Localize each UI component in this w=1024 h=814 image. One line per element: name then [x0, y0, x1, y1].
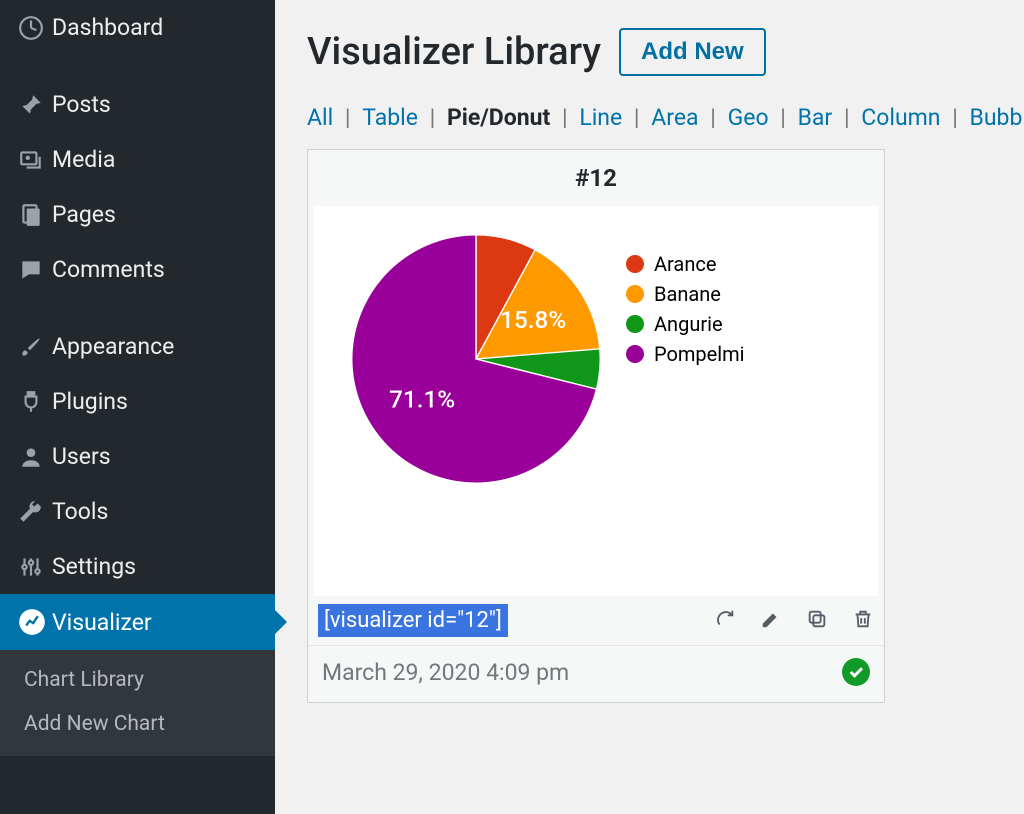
sliders-icon	[18, 554, 52, 580]
reload-icon[interactable]	[714, 608, 736, 634]
sidebar-item-label: Visualizer	[52, 609, 152, 636]
sidebar-item-label: Users	[52, 443, 111, 470]
chart-preview: 15.8% 71.1% Arance Banane Angurie Pompelmi	[314, 206, 878, 596]
legend-dot-icon	[626, 315, 644, 333]
sidebar-item-settings[interactable]: Settings	[0, 539, 275, 594]
sidebar-item-media[interactable]: Media	[0, 132, 275, 187]
filter-column[interactable]: Column	[861, 104, 940, 131]
edit-icon[interactable]	[760, 608, 782, 634]
filter-geo[interactable]: Geo	[728, 104, 769, 131]
sidebar-item-label: Media	[52, 146, 115, 173]
submenu-chart-library[interactable]: Chart Library	[0, 658, 275, 702]
filter-table[interactable]: Table	[362, 104, 418, 131]
sidebar-item-plugins[interactable]: Plugins	[0, 374, 275, 429]
pie-chart: 15.8% 71.1%	[341, 224, 611, 494]
status-ok-icon	[842, 658, 870, 686]
legend-label: Pompelmi	[654, 342, 745, 366]
user-icon	[18, 444, 52, 470]
sidebar-item-label: Pages	[52, 201, 116, 228]
legend-label: Arance	[654, 252, 716, 276]
sidebar-item-label: Plugins	[52, 388, 128, 415]
chart-date: March 29, 2020 4:09 pm	[322, 659, 569, 686]
wrench-icon	[18, 499, 52, 525]
admin-sidebar: Dashboard Posts Media Pages Comments App…	[0, 0, 275, 814]
clone-icon[interactable]	[806, 608, 828, 634]
card-actions-row: [visualizer id="12"]	[308, 596, 884, 645]
sidebar-item-comments[interactable]: Comments	[0, 242, 275, 297]
filter-bar[interactable]: Bar	[798, 104, 833, 131]
dashboard-icon	[18, 15, 52, 41]
pin-icon	[18, 92, 52, 118]
sidebar-item-label: Settings	[52, 553, 136, 580]
sidebar-item-users[interactable]: Users	[0, 429, 275, 484]
chart-shortcode[interactable]: [visualizer id="12"]	[318, 604, 508, 637]
chart-card-title: #12	[308, 150, 884, 206]
comment-icon	[18, 257, 52, 283]
chart-type-filters: All | Table | Pie/Donut | Line | Area | …	[307, 104, 1024, 131]
pie-label-banane: 15.8%	[500, 305, 566, 334]
main-content: Visualizer Library Add New All | Table |…	[275, 0, 1024, 814]
legend-dot-icon	[626, 255, 644, 273]
filter-area[interactable]: Area	[651, 104, 698, 131]
sidebar-item-label: Posts	[52, 91, 111, 118]
sidebar-item-tools[interactable]: Tools	[0, 484, 275, 539]
brush-icon	[18, 334, 52, 360]
sidebar-item-label: Comments	[52, 256, 165, 283]
pages-icon	[18, 202, 52, 228]
page-title: Visualizer Library	[307, 30, 601, 74]
sidebar-item-dashboard[interactable]: Dashboard	[0, 0, 275, 55]
sidebar-item-label: Dashboard	[52, 14, 163, 41]
card-meta-row: March 29, 2020 4:09 pm	[308, 645, 884, 702]
submenu-add-new-chart[interactable]: Add New Chart	[0, 702, 275, 746]
media-icon	[18, 147, 52, 173]
sidebar-item-appearance[interactable]: Appearance	[0, 319, 275, 374]
legend-label: Banane	[654, 282, 721, 306]
filter-all[interactable]: All	[307, 104, 333, 131]
legend-label: Angurie	[654, 312, 723, 336]
filter-bubble[interactable]: Bubble	[970, 104, 1024, 131]
sidebar-item-label: Tools	[52, 498, 108, 525]
filter-line[interactable]: Line	[579, 104, 622, 131]
plug-icon	[18, 389, 52, 415]
legend-item-angurie[interactable]: Angurie	[626, 312, 745, 336]
chart-legend: Arance Banane Angurie Pompelmi	[626, 224, 745, 372]
pie-label-pompelmi: 71.1%	[389, 384, 455, 413]
legend-item-pompelmi[interactable]: Pompelmi	[626, 342, 745, 366]
chart-icon	[18, 608, 52, 636]
sidebar-item-label: Appearance	[52, 333, 174, 360]
sidebar-item-visualizer[interactable]: Visualizer	[0, 594, 275, 650]
page-header: Visualizer Library Add New	[307, 28, 1024, 76]
legend-dot-icon	[626, 285, 644, 303]
filter-pie-donut[interactable]: Pie/Donut	[447, 104, 550, 131]
legend-item-banane[interactable]: Banane	[626, 282, 745, 306]
add-new-button[interactable]: Add New	[619, 28, 766, 76]
chart-card: #12 15.8% 71.1% Arance Banane Angurie Pompel…	[307, 149, 885, 703]
sidebar-item-pages[interactable]: Pages	[0, 187, 275, 242]
legend-item-arance[interactable]: Arance	[626, 252, 745, 276]
sidebar-item-posts[interactable]: Posts	[0, 77, 275, 132]
sidebar-submenu: Chart Library Add New Chart	[0, 650, 275, 756]
trash-icon[interactable]	[852, 608, 874, 634]
legend-dot-icon	[626, 345, 644, 363]
